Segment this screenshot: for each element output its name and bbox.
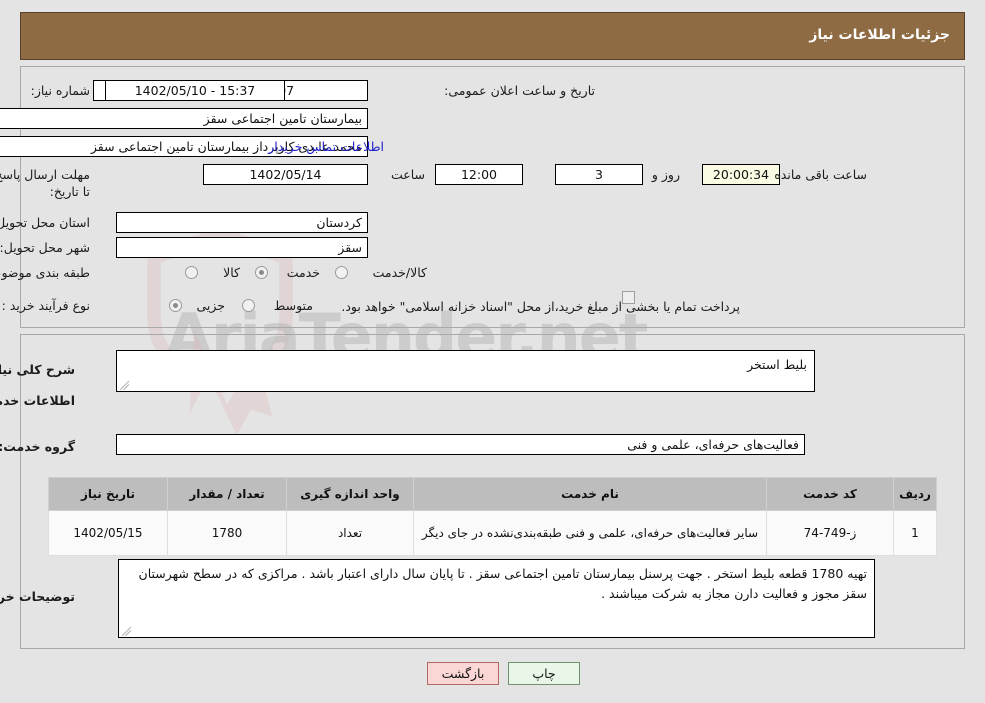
buyer-notes-label: توضیحات خریدار: xyxy=(0,589,75,604)
service-group-label: گروه خدمت: xyxy=(0,439,75,454)
category-option-kala: کالا xyxy=(223,265,240,280)
buyer-notes-value: تهیه 1780 قطعه بلیط استخر . جهت پرسنل بی… xyxy=(138,566,867,601)
cell-need-date: 1402/05/15 xyxy=(48,510,168,556)
need-number-label: شماره نیاز: xyxy=(30,83,90,98)
category-option-kala-khedmat: کالا/خدمت xyxy=(372,265,427,280)
services-table: ردیف کد خدمت نام خدمت واحد اندازه گیری ت… xyxy=(48,477,937,556)
table-row: 1 ز-749-74 سایر فعالیت‌های حرفه‌ای، علمی… xyxy=(48,510,937,556)
deadline-days-value: 3 xyxy=(555,164,643,185)
col-service-code: کد خدمت xyxy=(766,477,894,511)
process-radio-motevaset[interactable] xyxy=(242,299,255,312)
deadline-countdown-label: ساعت باقی مانده xyxy=(774,167,867,182)
deadline-countdown-value: 20:00:34 xyxy=(702,164,780,185)
page-root: AriaTender.net جزئیات اطلاعات نیاز شماره… xyxy=(0,0,985,703)
col-service-name: نام خدمت xyxy=(413,477,767,511)
cell-unit: تعداد xyxy=(286,510,414,556)
print-button[interactable]: چاپ xyxy=(508,662,580,685)
summary-panel xyxy=(20,66,965,328)
general-desc-value: بلیط استخر xyxy=(747,357,807,372)
table-header-row: ردیف کد خدمت نام خدمت واحد اندازه گیری ت… xyxy=(48,477,937,511)
service-group-value: فعالیت‌های حرفه‌ای، علمی و فنی xyxy=(116,434,805,455)
deadline-hour-label: ساعت xyxy=(390,167,425,182)
general-desc-label: شرح کلی نیاز: xyxy=(0,362,75,377)
general-desc-textarea[interactable]: بلیط استخر xyxy=(116,350,815,392)
deadline-days-label: روز و xyxy=(651,167,680,182)
buyer-org-value: بیمارستان تامین اجتماعی سقز xyxy=(0,108,368,129)
services-heading: اطلاعات خدمات مورد نیاز xyxy=(0,393,75,408)
category-label: طبقه بندی موضوعی: xyxy=(0,265,90,280)
resize-grip-icon[interactable] xyxy=(119,380,130,391)
province-label: استان محل تحویل: xyxy=(0,215,90,230)
category-option-khedmat: خدمت xyxy=(286,265,320,280)
page-title: جزئیات اطلاعات نیاز xyxy=(809,27,950,43)
back-button[interactable]: بازگشت xyxy=(427,662,499,685)
cell-service-name: سایر فعالیت‌های حرفه‌ای، علمی و فنی طبقه… xyxy=(413,510,767,556)
city-value: سقز xyxy=(116,237,368,258)
window-title-bar: جزئیات اطلاعات نیاز xyxy=(20,12,965,60)
announce-datetime-label: تاریخ و ساعت اعلان عمومی: xyxy=(444,83,595,98)
process-option-jozei: جزیی xyxy=(196,298,225,313)
cell-quantity: 1780 xyxy=(167,510,287,556)
announce-datetime-value: 1402/05/10 - 15:37 xyxy=(105,80,285,101)
buyer-notes-textarea[interactable]: تهیه 1780 قطعه بلیط استخر . جهت پرسنل بی… xyxy=(118,559,875,638)
deadline-label: مهلت ارسال پاسخ: تا تاریخ: xyxy=(0,167,90,199)
resize-grip-icon[interactable] xyxy=(121,626,132,637)
cell-row-no: 1 xyxy=(893,510,937,556)
category-radio-kala-khedmat[interactable] xyxy=(335,266,348,279)
deadline-hour-value: 12:00 xyxy=(435,164,523,185)
buyer-contact-link[interactable]: اطلاعات تماس خریدار xyxy=(268,139,384,154)
city-label: شهر محل تحویل: xyxy=(0,240,90,255)
process-option-motevaset: متوسط xyxy=(273,298,313,313)
treasury-note-text: پرداخت تمام یا بخشی از مبلغ خرید،از محل … xyxy=(341,299,740,314)
province-value: کردستان xyxy=(116,212,368,233)
category-radio-khedmat[interactable] xyxy=(255,266,268,279)
deadline-date-value: 1402/05/14 xyxy=(203,164,368,185)
process-type-label: نوع فرآیند خرید : xyxy=(1,298,90,313)
process-radio-jozei[interactable] xyxy=(169,299,182,312)
col-quantity: تعداد / مقدار xyxy=(167,477,287,511)
col-need-date: تاریخ نیاز xyxy=(48,477,168,511)
cell-service-code: ز-749-74 xyxy=(766,510,894,556)
col-row-no: ردیف xyxy=(893,477,937,511)
category-radio-kala[interactable] xyxy=(185,266,198,279)
col-unit: واحد اندازه گیری xyxy=(286,477,414,511)
